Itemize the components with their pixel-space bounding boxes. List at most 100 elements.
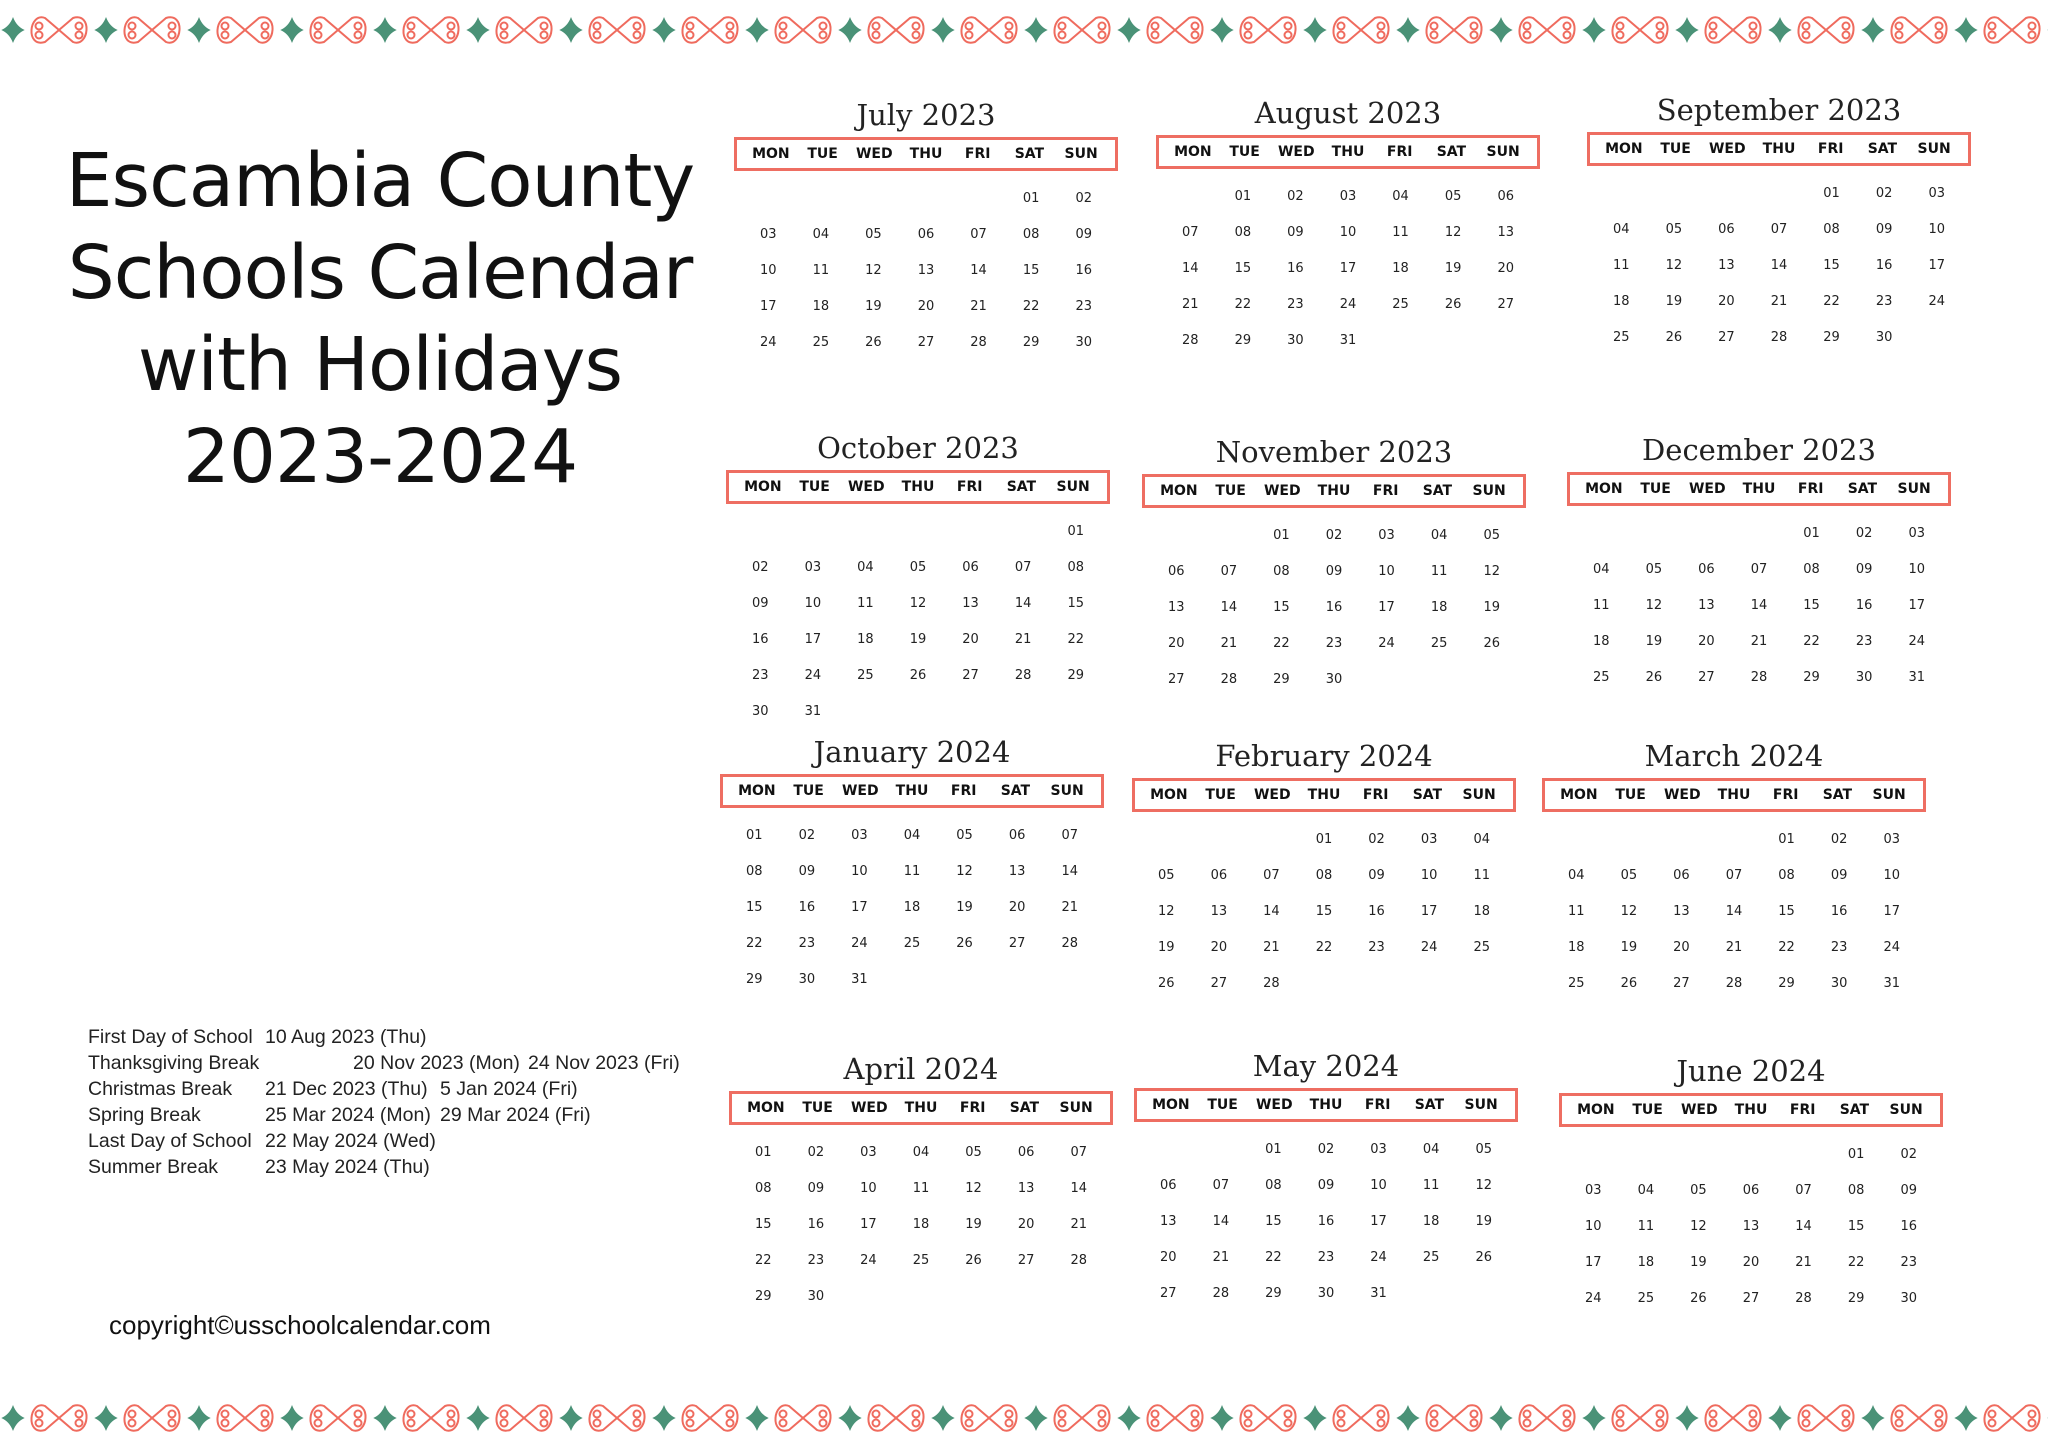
- scroll-ornament-icon: [1146, 16, 1204, 44]
- day-cell: 07: [1182, 225, 1199, 240]
- weekday-label: WED: [1708, 141, 1746, 157]
- day-cell: 10: [1883, 868, 1900, 883]
- weekday-label: FRI: [950, 783, 977, 799]
- scroll-ornament-icon: [1890, 16, 1948, 44]
- month-calendar: December 2023 MON TUE WED THU FRI SAT SUN 01 02 03…: [1567, 430, 1951, 696]
- scroll-ornament-icon: [774, 1404, 832, 1432]
- day-cell: 27: [1168, 672, 1185, 687]
- scroll-ornament-icon: [681, 1404, 739, 1432]
- day-cell: 05: [965, 1145, 982, 1160]
- day-cell: 07: [1770, 222, 1788, 237]
- empty-cell: [1603, 822, 1656, 858]
- day-cell: 30: [807, 1289, 825, 1304]
- day-cell: 05: [1620, 868, 1638, 883]
- weekday-header: MON TUE WED THU FRI SAT SUN: [1142, 474, 1526, 508]
- day-cell: 16: [1855, 598, 1873, 613]
- scroll-ornament-icon: [1239, 16, 1297, 44]
- day-cell: 15: [1273, 600, 1290, 615]
- weekday-header: MON TUE WED THU FRI SAT SUN: [726, 470, 1110, 504]
- star-ornament-icon: [1861, 1405, 1885, 1431]
- day-cell: 30: [1075, 335, 1092, 350]
- day-cell: 22: [1778, 940, 1795, 955]
- day-cell: 19: [1483, 600, 1500, 615]
- day-cell: 03: [860, 1145, 877, 1160]
- day-cell: 27: [1160, 1286, 1177, 1301]
- star-ornament-icon: [559, 1405, 583, 1431]
- day-cell: 04: [1568, 868, 1585, 883]
- day-cell: 18: [1422, 1214, 1440, 1229]
- day-cell: 24: [860, 1253, 877, 1268]
- day-cell: 30: [1287, 333, 1304, 348]
- day-cell: 01: [746, 828, 763, 843]
- weekday-label: SUN: [1872, 787, 1906, 803]
- day-cell: 09: [1287, 225, 1304, 240]
- weekday-label: TUE: [1632, 1102, 1663, 1118]
- day-cell: 30: [1900, 1291, 1917, 1306]
- scroll-ornament-icon: [402, 1404, 460, 1432]
- star-ornament-icon: [280, 17, 304, 43]
- empty-cell: [952, 181, 1005, 217]
- weekday-label: SUN: [1897, 481, 1931, 497]
- star-ornament-icon: [1768, 1405, 1792, 1431]
- day-cell: 21: [1182, 297, 1199, 312]
- month-calendar: November 2023 MON TUE WED THU FRI SAT SUN 01 02 03…: [1142, 432, 1526, 698]
- day-cell: 21: [1263, 940, 1280, 955]
- weekday-label: THU: [1762, 141, 1796, 157]
- day-cell: 08: [746, 864, 763, 879]
- day-cell: 10: [1928, 222, 1945, 237]
- star-ornament-icon: [1954, 17, 1978, 43]
- day-cell: 29: [1778, 976, 1795, 991]
- scroll-ornament-icon: [1053, 16, 1111, 44]
- title-line: Schools Calendar: [67, 230, 694, 316]
- day-cell: 24: [1378, 636, 1395, 651]
- day-cell: 05: [909, 560, 927, 575]
- day-cell: 25: [1613, 330, 1630, 345]
- empty-cell: [1655, 822, 1708, 858]
- star-ornament-icon: [466, 1405, 490, 1431]
- day-cell: 07: [1212, 1178, 1230, 1193]
- day-cell: 28: [1182, 333, 1199, 348]
- day-cell: 18: [1568, 940, 1585, 955]
- star-ornament-icon: [94, 17, 118, 43]
- star-ornament-icon: [1396, 1405, 1420, 1431]
- weekday-label: SAT: [1414, 1097, 1445, 1113]
- day-grid: 01 02 03 04 05 06 07 08 09 10 11 12 13 14 15 16 17 18 19 20…: [1567, 516, 1951, 696]
- day-cell: 14: [1795, 1219, 1812, 1234]
- day-cell: 23: [1075, 299, 1092, 314]
- weekday-label: TUE: [1615, 787, 1646, 803]
- day-cell: 03: [851, 828, 868, 843]
- day-cell: 02: [1317, 1142, 1335, 1157]
- day-cell: 31: [1339, 333, 1357, 348]
- day-cell: 19: [1620, 940, 1638, 955]
- weekday-label: SAT: [1839, 1102, 1870, 1118]
- day-cell: 31: [1883, 976, 1900, 991]
- day-cell: 16: [752, 632, 769, 647]
- empty-cell: [1700, 176, 1753, 212]
- day-cell: 08: [1234, 225, 1252, 240]
- day-cell: 28: [1795, 1291, 1812, 1306]
- day-cell: 02: [1830, 832, 1848, 847]
- day-cell: 24: [1908, 634, 1925, 649]
- day-grid: 01 02 03 04 05 06 07 08 09 10 11 12 13 14 15 16 17 18 19 20…: [734, 181, 1118, 361]
- day-cell: 23: [1830, 940, 1848, 955]
- empty-cell: [787, 514, 840, 550]
- day-cell: 20: [1168, 636, 1185, 651]
- day-cell: 17: [1908, 598, 1925, 613]
- day-cell: 09: [752, 596, 769, 611]
- star-ornament-icon: [1303, 1405, 1327, 1431]
- star-ornament-icon: [1117, 1405, 1141, 1431]
- day-cell: 05: [1444, 189, 1462, 204]
- day-cell: 14: [970, 263, 987, 278]
- scroll-ornament-icon: [1797, 16, 1855, 44]
- day-cell: 21: [1220, 636, 1238, 651]
- day-cell: 09: [1317, 1178, 1335, 1193]
- day-cell: 03: [1420, 832, 1438, 847]
- day-cell: 17: [1378, 600, 1395, 615]
- day-cell: 29: [1022, 335, 1040, 350]
- weekday-label: THU: [1734, 1102, 1768, 1118]
- weekday-label: WED: [841, 783, 879, 799]
- weekday-label: MON: [1605, 141, 1643, 157]
- day-cell: 20: [1718, 294, 1735, 309]
- weekday-label: THU: [1742, 481, 1776, 497]
- day-cell: 21: [1061, 900, 1078, 915]
